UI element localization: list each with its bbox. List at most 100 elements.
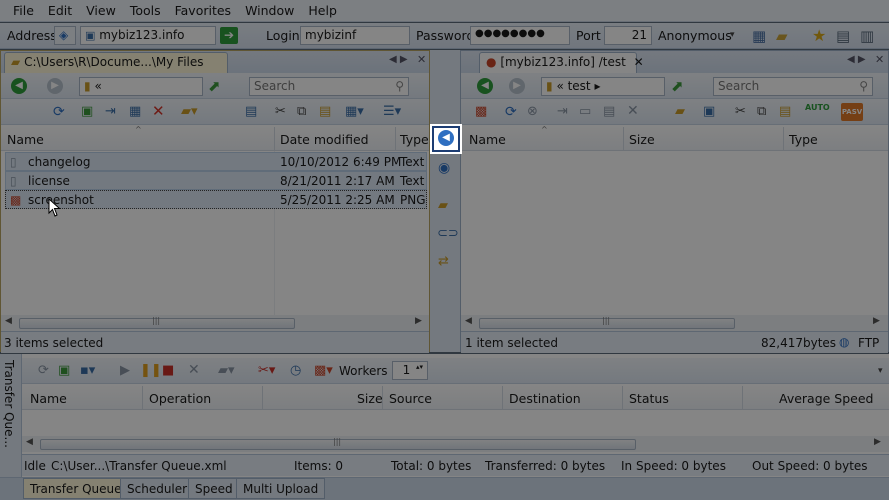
new-folder-icon[interactable]: ▣ bbox=[81, 104, 93, 119]
password-input[interactable]: ●●●●●●●● bbox=[470, 26, 570, 45]
remove-item-icon[interactable]: ✕ bbox=[188, 362, 200, 378]
file-row-changelog[interactable]: ▯ changelog 10/10/2012 6:49 PM Text bbox=[5, 152, 427, 171]
folder-options-icon[interactable]: ▰▾ bbox=[218, 363, 235, 378]
copy-icon[interactable]: ⧉ bbox=[297, 104, 306, 119]
auto-mode-icon[interactable]: AUTO bbox=[805, 103, 830, 112]
col-size[interactable]: Size bbox=[629, 132, 655, 147]
overflow-chevron-icon[interactable]: ▾ bbox=[730, 30, 735, 40]
copy-to-icon[interactable]: ▦ bbox=[129, 104, 141, 119]
close-icon[interactable]: ✕ bbox=[634, 55, 644, 69]
queue-settings-icon[interactable]: ▩▾ bbox=[314, 363, 333, 378]
remote-hscrollbar[interactable]: ◀ ||| ▶ bbox=[461, 315, 888, 331]
overflow-chevron-icon[interactable]: ▾ bbox=[878, 366, 883, 376]
up-folder-icon[interactable]: ⬈ bbox=[671, 77, 684, 95]
paste-icon[interactable]: ▤ bbox=[319, 104, 331, 119]
tab-scheduler[interactable]: Scheduler bbox=[120, 478, 195, 499]
col-name[interactable]: Name bbox=[469, 132, 506, 147]
tab-multi-upload[interactable]: Multi Upload bbox=[236, 478, 326, 499]
connect-arrow-icon[interactable]: ➔ bbox=[220, 27, 238, 44]
columns-icon[interactable]: ☰▾ bbox=[383, 104, 401, 119]
close-icon[interactable]: ✕ bbox=[875, 53, 884, 66]
up-folder-icon[interactable]: ⬈ bbox=[208, 77, 221, 95]
col-name[interactable]: Name bbox=[7, 132, 44, 147]
col-name[interactable]: Name bbox=[30, 391, 67, 406]
local-path-bar[interactable]: ▮ « bbox=[79, 77, 203, 96]
clear-queue-icon[interactable]: ✂▾ bbox=[258, 363, 275, 378]
col-average-speed[interactable]: Average Speed bbox=[779, 391, 874, 406]
favorites-star-icon[interactable]: ★ bbox=[812, 26, 826, 45]
pause-icon[interactable]: ❚❚ bbox=[140, 363, 162, 378]
local-tab[interactable]: ▰ C:\Users\R\Docume...\My Files bbox=[4, 52, 228, 73]
close-icon[interactable]: ✕ bbox=[417, 53, 426, 66]
menu-view[interactable]: View bbox=[79, 3, 123, 18]
menu-edit[interactable]: Edit bbox=[41, 3, 79, 18]
layout-vertical-icon[interactable]: ▥ bbox=[860, 27, 874, 45]
edit-icon[interactable]: ▤ bbox=[603, 104, 615, 119]
scheduler-icon[interactable]: ◷ bbox=[290, 363, 301, 378]
pasv-toggle[interactable]: PASV bbox=[841, 103, 863, 121]
file-row-screenshot[interactable]: ▩ screenshot 5/25/2011 2:25 AM PNG bbox=[5, 190, 427, 209]
tab-speed[interactable]: Speed bbox=[188, 478, 240, 499]
site-manager-icon[interactable]: ▦ bbox=[752, 27, 766, 45]
address-type-dropdown[interactable]: ◈ bbox=[54, 26, 76, 45]
col-status[interactable]: Status bbox=[629, 391, 669, 406]
view-options-icon[interactable]: ▦▾ bbox=[345, 104, 364, 119]
back-icon[interactable]: ◀ bbox=[11, 78, 27, 94]
local-search-input[interactable]: Search ⚲ bbox=[249, 77, 409, 96]
properties-icon[interactable]: ▤ bbox=[245, 104, 257, 119]
local-hscrollbar[interactable]: ◀ ||| ▶ bbox=[1, 315, 429, 331]
properties-icon[interactable]: ▣ bbox=[703, 104, 715, 119]
rename-icon[interactable]: ▭ bbox=[579, 104, 591, 119]
stop-icon[interactable]: ■ bbox=[162, 363, 174, 378]
sync-folders-icon[interactable]: ▰ bbox=[438, 198, 448, 213]
workers-stepper[interactable]: 1 ▴▾ bbox=[392, 361, 428, 380]
stop-icon[interactable]: ⊗ bbox=[527, 104, 538, 119]
menu-tools[interactable]: Tools bbox=[123, 3, 168, 18]
refresh-icon[interactable]: ⟳ bbox=[53, 104, 65, 120]
login-input[interactable]: mybizinf bbox=[300, 26, 410, 45]
tab-transfer-queue[interactable]: Transfer Queue bbox=[23, 478, 129, 499]
highlighted-download-button[interactable]: ◀ bbox=[432, 126, 460, 152]
menu-file[interactable]: File bbox=[6, 3, 41, 18]
process-queue-icon[interactable]: ⟳ bbox=[38, 363, 49, 378]
col-destination[interactable]: Destination bbox=[509, 391, 581, 406]
cut-icon[interactable]: ✂ bbox=[735, 104, 746, 119]
link-icon[interactable]: ⊂⊃ bbox=[437, 226, 459, 241]
tab-scroll-left-icon[interactable]: ◀ ▶ bbox=[389, 54, 408, 65]
delete-icon[interactable]: ✕ bbox=[627, 103, 639, 119]
anonymous-label[interactable]: Anonymous bbox=[658, 28, 732, 43]
col-operation[interactable]: Operation bbox=[149, 391, 211, 406]
port-input[interactable]: 21 bbox=[604, 26, 652, 45]
delete-icon[interactable]: ✕ bbox=[152, 102, 165, 120]
move-icon[interactable]: ⇥ bbox=[557, 104, 568, 119]
remote-search-input[interactable]: Search ⚲ bbox=[713, 77, 873, 96]
back-icon[interactable]: ◀ bbox=[477, 78, 493, 94]
queue-hscrollbar[interactable]: ◀ ||| ▶ bbox=[22, 436, 889, 452]
col-date-modified[interactable]: Date modified bbox=[280, 132, 369, 147]
address-input[interactable]: ▣ mybiz123.info bbox=[80, 26, 216, 45]
queue-side-label[interactable]: Transfer Que... bbox=[2, 360, 16, 448]
save-queue-icon[interactable]: ▪▾ bbox=[80, 363, 95, 378]
copy-icon[interactable]: ⧉ bbox=[757, 104, 766, 119]
col-size[interactable]: Size bbox=[357, 391, 383, 406]
col-type[interactable]: Type bbox=[400, 132, 429, 147]
col-source[interactable]: Source bbox=[389, 391, 432, 406]
download-icon[interactable]: ◉ bbox=[438, 160, 450, 176]
open-folder-icon[interactable]: ▰ bbox=[776, 27, 788, 45]
remote-tab[interactable]: ● [mybiz123.info] /test ✕ bbox=[479, 52, 644, 73]
move-icon[interactable]: ⇥ bbox=[105, 104, 116, 119]
menu-help[interactable]: Help bbox=[301, 3, 344, 18]
refresh-icon[interactable]: ⟳ bbox=[505, 104, 517, 120]
compare-folders-icon[interactable]: ⇄ bbox=[438, 254, 449, 269]
cut-icon[interactable]: ✂ bbox=[275, 104, 286, 119]
layout-horizontal-icon[interactable]: ▤ bbox=[836, 27, 850, 45]
remote-path-bar[interactable]: ▮ « test ▸ bbox=[541, 77, 665, 96]
file-row-license[interactable]: ▯ license 8/21/2011 2:17 AM Text bbox=[5, 171, 427, 190]
col-type[interactable]: Type bbox=[789, 132, 818, 147]
start-icon[interactable]: ▶ bbox=[120, 363, 130, 378]
new-folder-icon[interactable]: ▰ bbox=[675, 104, 685, 119]
add-item-icon[interactable]: ▣ bbox=[58, 363, 70, 378]
menu-favorites[interactable]: Favorites bbox=[168, 3, 238, 18]
forward-icon[interactable]: ▶ bbox=[509, 78, 525, 94]
connection-icon[interactable]: ▩ bbox=[475, 104, 487, 119]
